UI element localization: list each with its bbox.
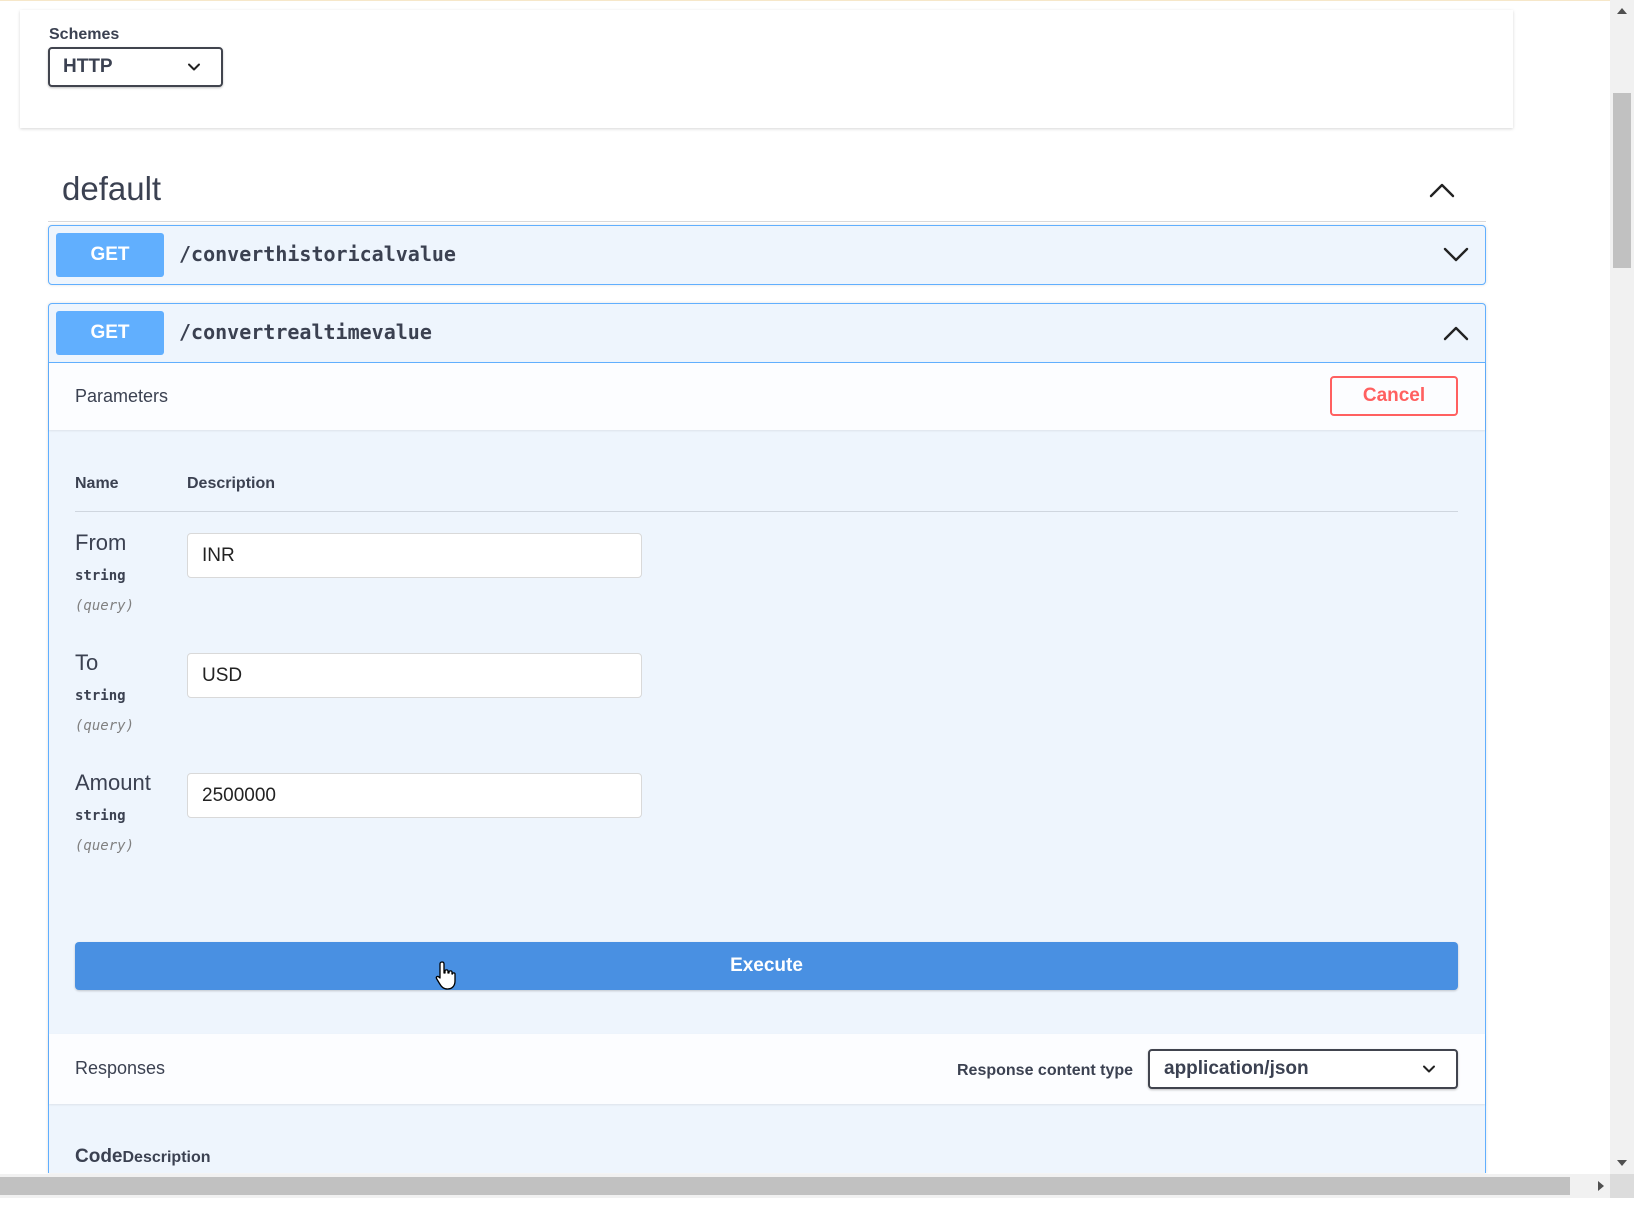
parameter-row-from: From string (query): [75, 512, 1458, 632]
amount-input[interactable]: [187, 773, 642, 818]
vertical-scroll-thumb[interactable]: [1613, 93, 1631, 268]
parameter-in: (query): [75, 598, 134, 614]
parameters-header: Parameters Cancel: [49, 362, 1485, 430]
responses-table: CodeDescription: [49, 1104, 1485, 1224]
responses-header: Responses Response content type applicat…: [49, 1034, 1485, 1104]
parameter-name: Amount: [75, 770, 151, 796]
from-input[interactable]: [187, 533, 642, 578]
parameters-title: Parameters: [75, 386, 168, 407]
scroll-up-arrow-icon[interactable]: [1617, 8, 1627, 14]
horizontal-scroll-thumb[interactable]: [0, 1177, 1570, 1195]
top-border: [0, 0, 1610, 1]
column-description: Description: [123, 1149, 211, 1166]
column-description: Description: [187, 475, 275, 493]
schemes-label: Schemes: [49, 26, 119, 44]
operation-path: /convertrealtimevalue: [179, 320, 432, 344]
tag-section-header[interactable]: default: [48, 162, 1486, 222]
responses-table-header: CodeDescription: [75, 1146, 211, 1168]
parameter-row-to: To string (query): [75, 632, 1458, 752]
parameter-type: string: [75, 568, 126, 584]
response-content-type-select[interactable]: application/json: [1148, 1049, 1458, 1089]
schemes-selected-value: HTTP: [63, 56, 113, 78]
parameter-in: (query): [75, 838, 134, 854]
parameters-table-header: Name Description: [75, 430, 1458, 512]
horizontal-scrollbar[interactable]: [0, 1174, 1610, 1198]
cancel-button[interactable]: Cancel: [1330, 376, 1458, 416]
chevron-down-icon: [187, 60, 201, 74]
chevron-down-icon: [1422, 1062, 1436, 1076]
column-name: Name: [75, 475, 119, 493]
operation-path: /converthistoricalvalue: [179, 242, 456, 266]
vertical-scrollbar[interactable]: [1610, 0, 1634, 1174]
parameter-row-amount: Amount string (query): [75, 752, 1458, 872]
parameters-table: Name Description From string (query) To …: [49, 430, 1485, 872]
scroll-down-arrow-icon[interactable]: [1617, 1160, 1627, 1166]
opblock-converthistoricalvalue: GET /converthistoricalvalue: [48, 225, 1486, 285]
response-content-type-value: application/json: [1164, 1058, 1309, 1080]
scrollbar-corner: [1610, 1174, 1634, 1198]
scroll-right-arrow-icon[interactable]: [1598, 1181, 1604, 1191]
execute-wrapper: Execute: [49, 872, 1485, 1034]
responses-title: Responses: [75, 1058, 165, 1079]
hand-cursor-icon: [435, 960, 457, 992]
opblock-summary[interactable]: GET /converthistoricalvalue: [49, 226, 1485, 284]
execute-button[interactable]: Execute: [75, 942, 1458, 990]
parameter-type: string: [75, 688, 126, 704]
method-badge-get: GET: [56, 233, 164, 277]
method-badge-get: GET: [56, 311, 164, 355]
opblock-summary[interactable]: GET /convertrealtimevalue: [49, 304, 1485, 362]
opblock-convertrealtimevalue: GET /convertrealtimevalue Parameters Can…: [48, 303, 1486, 1173]
parameter-in: (query): [75, 718, 134, 734]
parameter-type: string: [75, 808, 126, 824]
parameter-name: From: [75, 530, 126, 556]
tag-title: default: [62, 170, 161, 208]
response-content-type-label: Response content type: [957, 1062, 1133, 1080]
chevron-up-icon[interactable]: [1428, 180, 1456, 200]
to-input[interactable]: [187, 653, 642, 698]
chevron-down-icon[interactable]: [1443, 246, 1469, 264]
scheme-container: Schemes HTTP: [20, 10, 1513, 128]
parameter-name: To: [75, 650, 98, 676]
chevron-up-icon[interactable]: [1443, 324, 1469, 342]
column-code: Code: [75, 1146, 123, 1167]
schemes-select[interactable]: HTTP: [48, 47, 223, 87]
